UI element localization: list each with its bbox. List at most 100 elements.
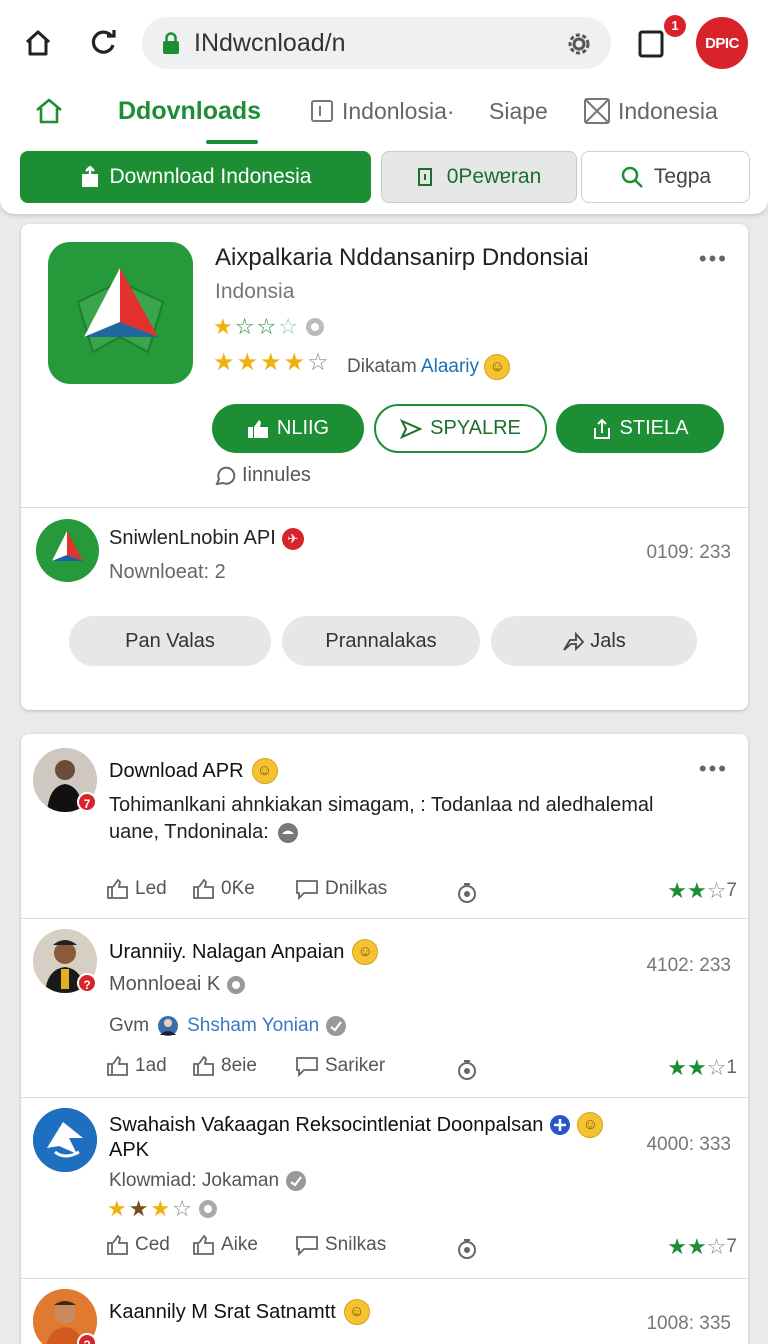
- preview-button[interactable]: 0Pewɐran: [381, 151, 577, 203]
- react-button[interactable]: Aike: [193, 1234, 258, 1256]
- app-subtitle: Indonsia: [215, 280, 295, 303]
- preview-icon: [417, 168, 432, 186]
- more-options-icon[interactable]: •••: [699, 756, 728, 782]
- post-count: 1008: 335: [646, 1313, 731, 1334]
- chip-label: Jals: [590, 629, 626, 652]
- react-label: 8eie: [221, 1055, 257, 1076]
- upload-button[interactable]: STIELA: [556, 404, 724, 453]
- rating-text: Dikatam: [347, 356, 417, 378]
- list-item: ? Kaannily M Srat Satnamtt ☺ 1008: 335: [21, 1279, 748, 1344]
- info-icon: [198, 1200, 217, 1218]
- like-button[interactable]: 1ad: [107, 1055, 167, 1077]
- verified-icon: [227, 975, 246, 994]
- thumbs-up-icon: [193, 878, 214, 899]
- preview-label: 0Pewɐran: [446, 165, 542, 188]
- avatar[interactable]: [33, 1108, 97, 1172]
- chip-prannalakas[interactable]: Prannalakas: [282, 616, 480, 666]
- like-label: 1ad: [135, 1055, 167, 1076]
- tab-downloads[interactable]: Ddovnloads: [118, 94, 261, 128]
- download-button[interactable]: Downnload Indonesia: [20, 151, 371, 203]
- thumbs-up-icon: [193, 1234, 214, 1255]
- comment-icon: [215, 466, 236, 485]
- share-button[interactable]: SPYALRE: [374, 404, 547, 453]
- post-count: 4000: 333: [646, 1134, 731, 1155]
- search-label: Tegpa: [653, 165, 712, 188]
- react-button[interactable]: 8eie: [193, 1055, 257, 1077]
- thumbs-up-icon: [247, 419, 268, 438]
- timer-icon[interactable]: [457, 1059, 477, 1081]
- post-text: Tohimanlkani ahnkiakan simagam, : Todanl…: [109, 792, 709, 846]
- app-title: Aixpalkaria Nddansanirp Dndonsiai: [215, 244, 589, 271]
- tab-siape[interactable]: Siape: [489, 94, 548, 128]
- meta-prefix: Gvm: [109, 1015, 150, 1036]
- tabs-icon[interactable]: [638, 28, 666, 58]
- thumbs-up-icon: [193, 1055, 214, 1076]
- like-label: Led: [135, 878, 167, 899]
- posts-feed-card: 7 ••• Download APR ☺ Tohimanlkani ahnkia…: [21, 734, 748, 1344]
- info-icon: [305, 318, 324, 336]
- comment-icon: [296, 880, 318, 900]
- url-bar[interactable]: INdwcnload/n: [142, 17, 611, 69]
- star-icon: ★: [667, 878, 687, 903]
- smile-emoji-icon: ☺: [577, 1112, 604, 1138]
- timer-icon[interactable]: [457, 882, 477, 904]
- comments-link[interactable]: Iinnules: [214, 464, 311, 487]
- divider: [21, 507, 748, 508]
- url-text[interactable]: INdwcnload/n: [194, 29, 611, 58]
- settings-icon[interactable]: [565, 30, 593, 58]
- more-options-icon[interactable]: •••: [699, 246, 728, 272]
- react-label: Aike: [221, 1234, 258, 1255]
- post-author[interactable]: Kaannily M Srat Satnamtt ☺: [109, 1299, 370, 1325]
- app-detail-card: Aixpalkaria Nddansanirp Dndonsiai Indons…: [21, 224, 748, 710]
- post-actions: Led 0Ƙe Dnilkas ★ ★ ☆ 7: [107, 878, 737, 908]
- hot-badge-icon: ✈: [281, 527, 304, 550]
- comment-label: Dnilkas: [325, 878, 388, 899]
- related-app-icon[interactable]: [36, 519, 99, 582]
- post-text-line-2: uane, Tndoninala:: [109, 819, 709, 846]
- profile-avatar[interactable]: DPIC: [696, 17, 748, 69]
- tab-indonlosia[interactable]: Indonlosia·: [310, 94, 455, 128]
- post-author[interactable]: Download APR ☺: [109, 758, 278, 784]
- post-count: 4102: 233: [646, 955, 731, 976]
- timer-icon[interactable]: [457, 1238, 477, 1260]
- comment-icon: [296, 1057, 318, 1077]
- search-button[interactable]: Tegpa: [581, 151, 750, 203]
- nav-tabs: Ddovnloads Indonlosia· Siape Indonesia: [0, 86, 768, 144]
- react-button[interactable]: 0Ƙe: [193, 878, 255, 900]
- thumbs-up-icon: [107, 1234, 128, 1255]
- rating-count: 7: [726, 1236, 737, 1257]
- reload-icon[interactable]: [86, 26, 120, 60]
- rating-link[interactable]: Alaariy: [421, 356, 479, 377]
- related-app-title[interactable]: SniwlenLnobin API ✈: [109, 527, 304, 550]
- category-stars: ★ ☆ ☆ ☆: [213, 316, 326, 338]
- tab-indonesia[interactable]: Indonesia: [584, 94, 718, 128]
- star-icon: ★: [213, 349, 235, 376]
- share-label: SPYALRE: [430, 417, 521, 439]
- star-icon: ★: [667, 1234, 687, 1259]
- star-icon: ★: [213, 314, 233, 339]
- home-tab-icon[interactable]: [34, 96, 64, 126]
- home-icon[interactable]: [21, 26, 55, 60]
- post-author[interactable]: Uranniiy. Nalagan Anpaian ☺: [109, 939, 379, 965]
- star-icon: ☆: [706, 1055, 727, 1080]
- post-author-link[interactable]: Gvm Shsham Yonian: [109, 1015, 347, 1037]
- post-meta-text: Klowmiad: Jokaman: [109, 1170, 280, 1191]
- thumbs-up-icon: [107, 878, 128, 899]
- comment-icon: [296, 1236, 318, 1256]
- rating-label: Dikatam Alaariy ☺: [347, 354, 511, 380]
- thumbs-up-icon: [107, 1055, 128, 1076]
- comment-button[interactable]: Snilkas: [295, 1234, 386, 1256]
- install-button[interactable]: NLIIG: [212, 404, 364, 453]
- search-icon: [621, 166, 643, 188]
- post-author[interactable]: Swahaish Vaƙaagan Reksocintleniat Doonpa…: [109, 1112, 604, 1163]
- list-item: 7 ••• Download APR ☺ Tohimanlkani ahnkia…: [21, 734, 748, 918]
- app-icon[interactable]: [48, 242, 193, 384]
- chip-pan-valas[interactable]: Pan Valas: [69, 616, 271, 666]
- chip-jals[interactable]: Jals: [491, 616, 697, 666]
- star-icon: ★: [686, 878, 707, 903]
- like-button[interactable]: Ced: [107, 1234, 170, 1256]
- like-button[interactable]: Led: [107, 878, 167, 900]
- comment-button[interactable]: Sariker: [295, 1055, 385, 1077]
- tab-label: Indonesia: [618, 97, 718, 124]
- comment-button[interactable]: Dnilkas: [295, 878, 387, 900]
